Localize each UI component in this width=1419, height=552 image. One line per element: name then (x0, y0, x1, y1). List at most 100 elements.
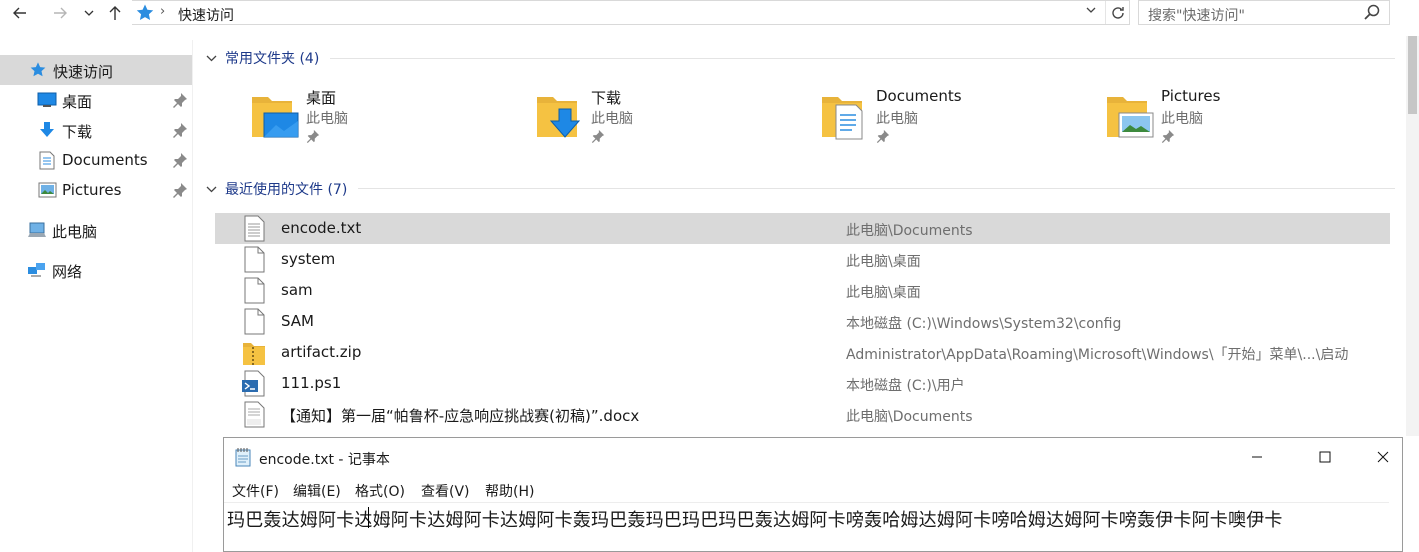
sidebar-item-label: Pictures (62, 181, 122, 199)
blank-file-icon (244, 246, 265, 273)
sidebar-item-quick-access[interactable]: 快速访问 (0, 55, 192, 85)
folder-location: 此电脑 (1161, 111, 1203, 127)
sidebar-item-this-pc[interactable]: 此电脑 (0, 215, 192, 245)
file-path: 此电脑\Documents (846, 409, 973, 425)
recent-file-row[interactable]: SAM 本地磁盘 (C:)\Windows\System32\config (215, 306, 1390, 337)
sidebar-item-label: Documents (62, 151, 148, 169)
download-icon (37, 120, 57, 140)
up-button[interactable] (104, 2, 126, 24)
section-title: 常用文件夹 (4) (225, 51, 320, 67)
folder-tile-desktop[interactable]: 桌面 此电脑 (250, 87, 490, 157)
pin-icon[interactable] (172, 92, 188, 108)
documents-icon (37, 150, 57, 170)
pin-icon[interactable] (172, 122, 188, 138)
minimize-button[interactable] (1228, 438, 1286, 476)
sidebar-item-pictures[interactable]: Pictures (0, 175, 192, 205)
file-path: 此电脑\桌面 (846, 254, 921, 270)
file-path: 此电脑\桌面 (846, 285, 921, 301)
docx-file-icon (244, 401, 265, 428)
notepad-text-area[interactable]: 玛巴轰达姆阿卡达姆阿卡达姆阿卡达姆阿卡轰玛巴轰玛巴玛巴玛巴轰达姆阿卡嗙轰哈姆达姆… (224, 502, 1389, 552)
text-caret (368, 507, 369, 528)
sidebar-item-downloads[interactable]: 下载 (0, 115, 192, 145)
search-placeholder: 搜索"快速访问" (1148, 8, 1245, 24)
desktop-icon (37, 90, 57, 110)
refresh-button[interactable] (1105, 1, 1129, 24)
pictures-icon (37, 180, 57, 200)
maximize-button[interactable] (1296, 438, 1354, 476)
recent-files-header[interactable]: 最近使用的文件 (7) (206, 179, 347, 199)
scrollbar-thumb[interactable] (1408, 36, 1417, 114)
arrow-right-icon (54, 7, 67, 19)
menu-edit[interactable]: 编辑(E) (293, 481, 341, 501)
quick-access-star-icon (136, 4, 154, 20)
refresh-icon (1111, 6, 1124, 19)
menu-format[interactable]: 格式(O) (355, 481, 405, 501)
maximize-icon (1319, 451, 1331, 463)
notepad-titlebar[interactable]: encode.txt - 记事本 (224, 438, 1402, 476)
sidebar-item-label: 网络 (52, 263, 83, 281)
pin-icon[interactable] (172, 152, 188, 168)
vertical-scrollbar[interactable] (1406, 36, 1419, 436)
recent-file-row[interactable]: artifact.zip Administrator\AppData\Roami… (215, 337, 1390, 368)
blank-file-icon (244, 308, 265, 335)
recent-file-row[interactable]: 【通知】第一届“帕鲁杯-应急响应挑战赛(初稿)”.docx 此电脑\Docume… (215, 399, 1390, 430)
pin-icon[interactable] (306, 129, 320, 143)
download-folder-icon (537, 97, 581, 138)
recent-file-row[interactable]: system 此电脑\桌面 (215, 244, 1390, 275)
sidebar-item-desktop[interactable]: 桌面 (0, 85, 192, 115)
arrow-up-icon (109, 6, 121, 20)
pin-icon[interactable] (172, 182, 188, 198)
file-name: sam (281, 281, 313, 299)
file-path: 本地磁盘 (C:)\用户 (846, 378, 965, 394)
documents-folder-icon (822, 97, 863, 140)
pin-icon[interactable] (1161, 129, 1175, 143)
folder-name: 下载 (591, 89, 622, 107)
recent-locations-button[interactable] (80, 2, 98, 24)
folder-tile-pictures[interactable]: Pictures 此电脑 (1105, 87, 1345, 157)
search-box[interactable]: 搜索"快速访问" (1138, 0, 1390, 25)
notepad-window: encode.txt - 记事本 文件(F) 编辑(E) 格式(O) 查看(V)… (223, 437, 1403, 552)
address-dropdown-button[interactable] (1085, 4, 1097, 19)
section-title: 最近使用的文件 (7) (225, 182, 348, 198)
blank-file-icon (244, 277, 265, 304)
close-button[interactable] (1354, 438, 1412, 476)
desktop-folder-icon (252, 97, 299, 138)
pin-icon[interactable] (591, 129, 605, 143)
back-button[interactable] (9, 2, 31, 24)
chevron-down-icon (84, 10, 94, 16)
file-name: 111.ps1 (281, 374, 342, 392)
close-icon (1377, 451, 1389, 463)
recent-file-row[interactable]: 111.ps1 本地磁盘 (C:)\用户 (215, 368, 1390, 399)
file-path: Administrator\AppData\Roaming\Microsoft\… (846, 347, 1349, 363)
search-icon (1364, 4, 1380, 20)
folder-tile-downloads[interactable]: 下载 此电脑 (535, 87, 775, 157)
chevron-down-icon (206, 186, 217, 192)
sidebar-item-label: 桌面 (62, 93, 93, 111)
folder-name: 桌面 (306, 89, 337, 107)
address-toolbar: › 快速访问 搜索"快速访问" (0, 0, 1419, 27)
breadcrumb-quick-access[interactable]: 快速访问 (178, 5, 234, 25)
sidebar-item-documents[interactable]: Documents (0, 145, 192, 175)
sidebar-item-network[interactable]: 网络 (0, 255, 192, 285)
window-title: encode.txt - 记事本 (259, 452, 390, 468)
menu-view[interactable]: 查看(V) (421, 481, 470, 501)
section-divider (330, 58, 1395, 59)
recent-file-row[interactable]: encode.txt 此电脑\Documents (215, 213, 1390, 244)
file-name: SAM (281, 312, 315, 330)
frequent-folders-header[interactable]: 常用文件夹 (4) (206, 48, 319, 68)
arrow-left-icon (13, 7, 26, 19)
pin-icon[interactable] (876, 129, 890, 143)
powershell-file-icon (242, 370, 265, 397)
folder-tile-documents[interactable]: Documents 此电脑 (820, 87, 1060, 157)
notepad-menubar: 文件(F) 编辑(E) 格式(O) 查看(V) 帮助(H) (224, 478, 1402, 500)
forward-button[interactable] (49, 2, 71, 24)
minimize-icon (1252, 456, 1262, 458)
menu-help[interactable]: 帮助(H) (485, 481, 534, 501)
file-path: 本地磁盘 (C:)\Windows\System32\config (846, 316, 1122, 332)
folder-location: 此电脑 (591, 111, 633, 127)
menu-file[interactable]: 文件(F) (232, 481, 279, 501)
folder-name: Documents (876, 87, 962, 105)
address-bar[interactable]: › 快速访问 (132, 0, 1130, 25)
sidebar-item-label: 下载 (62, 123, 93, 141)
recent-file-row[interactable]: sam 此电脑\桌面 (215, 275, 1390, 306)
